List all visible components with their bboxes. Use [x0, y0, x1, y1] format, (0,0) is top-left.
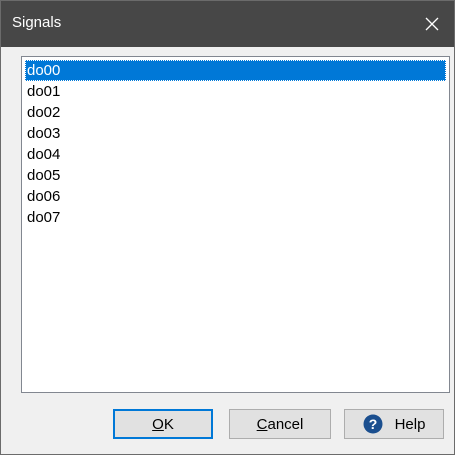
help-icon: ? [363, 414, 383, 434]
cancel-button-label: Cancel [256, 415, 304, 433]
close-icon [425, 17, 439, 31]
help-button-label: Help [394, 415, 426, 433]
svg-text:?: ? [368, 416, 377, 432]
list-item[interactable]: do05 [25, 165, 446, 186]
cancel-button[interactable]: Cancel [229, 409, 331, 439]
list-item[interactable]: do04 [25, 144, 446, 165]
window-title: Signals [12, 14, 62, 31]
list-item[interactable]: do06 [25, 186, 446, 207]
ok-button[interactable]: OK [113, 409, 213, 439]
signals-dialog: Signals do00 do01 do02 do03 do04 do05 do… [0, 0, 455, 455]
close-button[interactable] [410, 1, 454, 47]
help-button[interactable]: ? Help [344, 409, 444, 439]
signals-list[interactable]: do00 do01 do02 do03 do04 do05 do06 do07 [21, 56, 450, 393]
list-item[interactable]: do00 [25, 60, 446, 81]
ok-button-label: OK [152, 415, 174, 433]
list-item[interactable]: do03 [25, 123, 446, 144]
list-item[interactable]: do01 [25, 81, 446, 102]
list-item[interactable]: do02 [25, 102, 446, 123]
list-item[interactable]: do07 [25, 207, 446, 228]
title-bar: Signals [1, 1, 454, 47]
